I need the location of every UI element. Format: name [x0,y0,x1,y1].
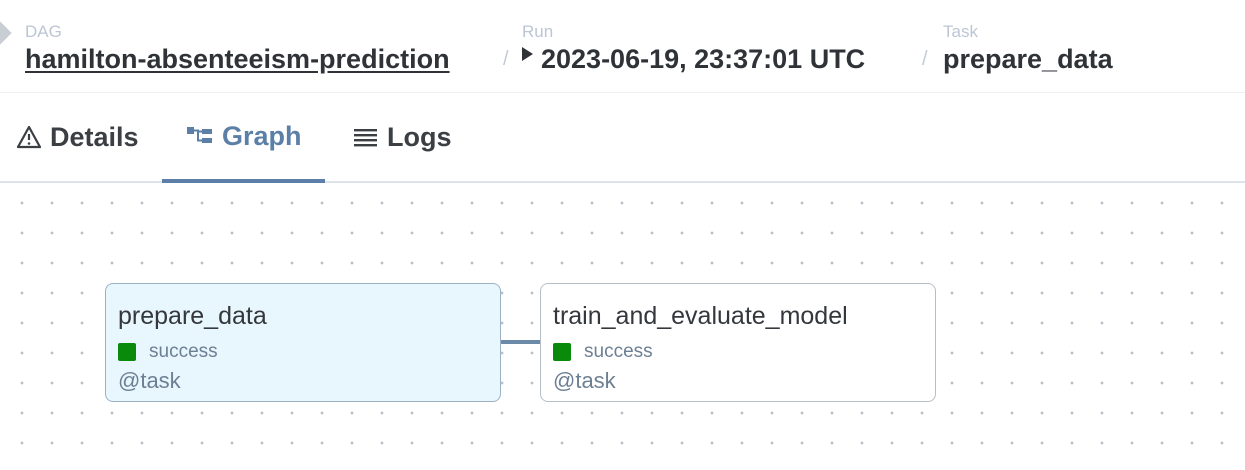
breadcrumb: DAG hamilton-absenteeism-prediction / Ru… [0,0,1245,93]
play-icon [522,47,533,61]
breadcrumb-separator: / [503,48,509,70]
tab-graph[interactable]: Graph [162,93,325,183]
graph-node-prepare-data[interactable]: prepare_data success @task [105,283,501,402]
status-text: success [149,341,218,362]
run-link[interactable]: 2023-06-19, 23:37:01 UTC [522,42,865,76]
breadcrumb-edge-shape [0,20,12,46]
tab-logs-label: Logs [387,121,452,152]
breadcrumb-dag: DAG hamilton-absenteeism-prediction [25,22,450,76]
run-value: 2023-06-19, 23:37:01 UTC [541,44,866,74]
node-operator: @task [553,368,616,393]
tab-logs[interactable]: Logs [353,93,452,181]
breadcrumb-run-label: Run [522,22,554,41]
graph-icon [186,125,214,147]
node-status: success [118,341,218,363]
status-indicator [118,343,136,361]
breadcrumb-separator: / [922,48,928,70]
task-name[interactable]: prepare_data [943,42,1113,76]
node-operator: @task [118,368,181,393]
warning-triangle-icon [16,125,42,149]
node-status: success [553,341,653,363]
tab-details[interactable]: Details [16,93,139,181]
node-title: prepare_data [118,302,267,330]
breadcrumb-run: Run 2023-06-19, 23:37:01 UTC [522,22,865,76]
node-title: train_and_evaluate_model [553,302,848,330]
tab-details-label: Details [50,121,139,152]
breadcrumb-task: Task prepare_data [943,22,1113,76]
breadcrumb-task-label: Task [943,22,978,41]
tab-bar: Details Graph Logs [0,93,1245,183]
dag-link[interactable]: hamilton-absenteeism-prediction [25,42,450,76]
graph-edge [500,340,542,344]
status-text: success [584,341,653,362]
breadcrumb-dag-label: DAG [25,22,62,41]
status-indicator [553,343,571,361]
tab-graph-label: Graph [222,120,302,151]
graph-node-train-and-evaluate-model[interactable]: train_and_evaluate_model success @task [540,283,936,402]
list-lines-icon [353,127,379,147]
